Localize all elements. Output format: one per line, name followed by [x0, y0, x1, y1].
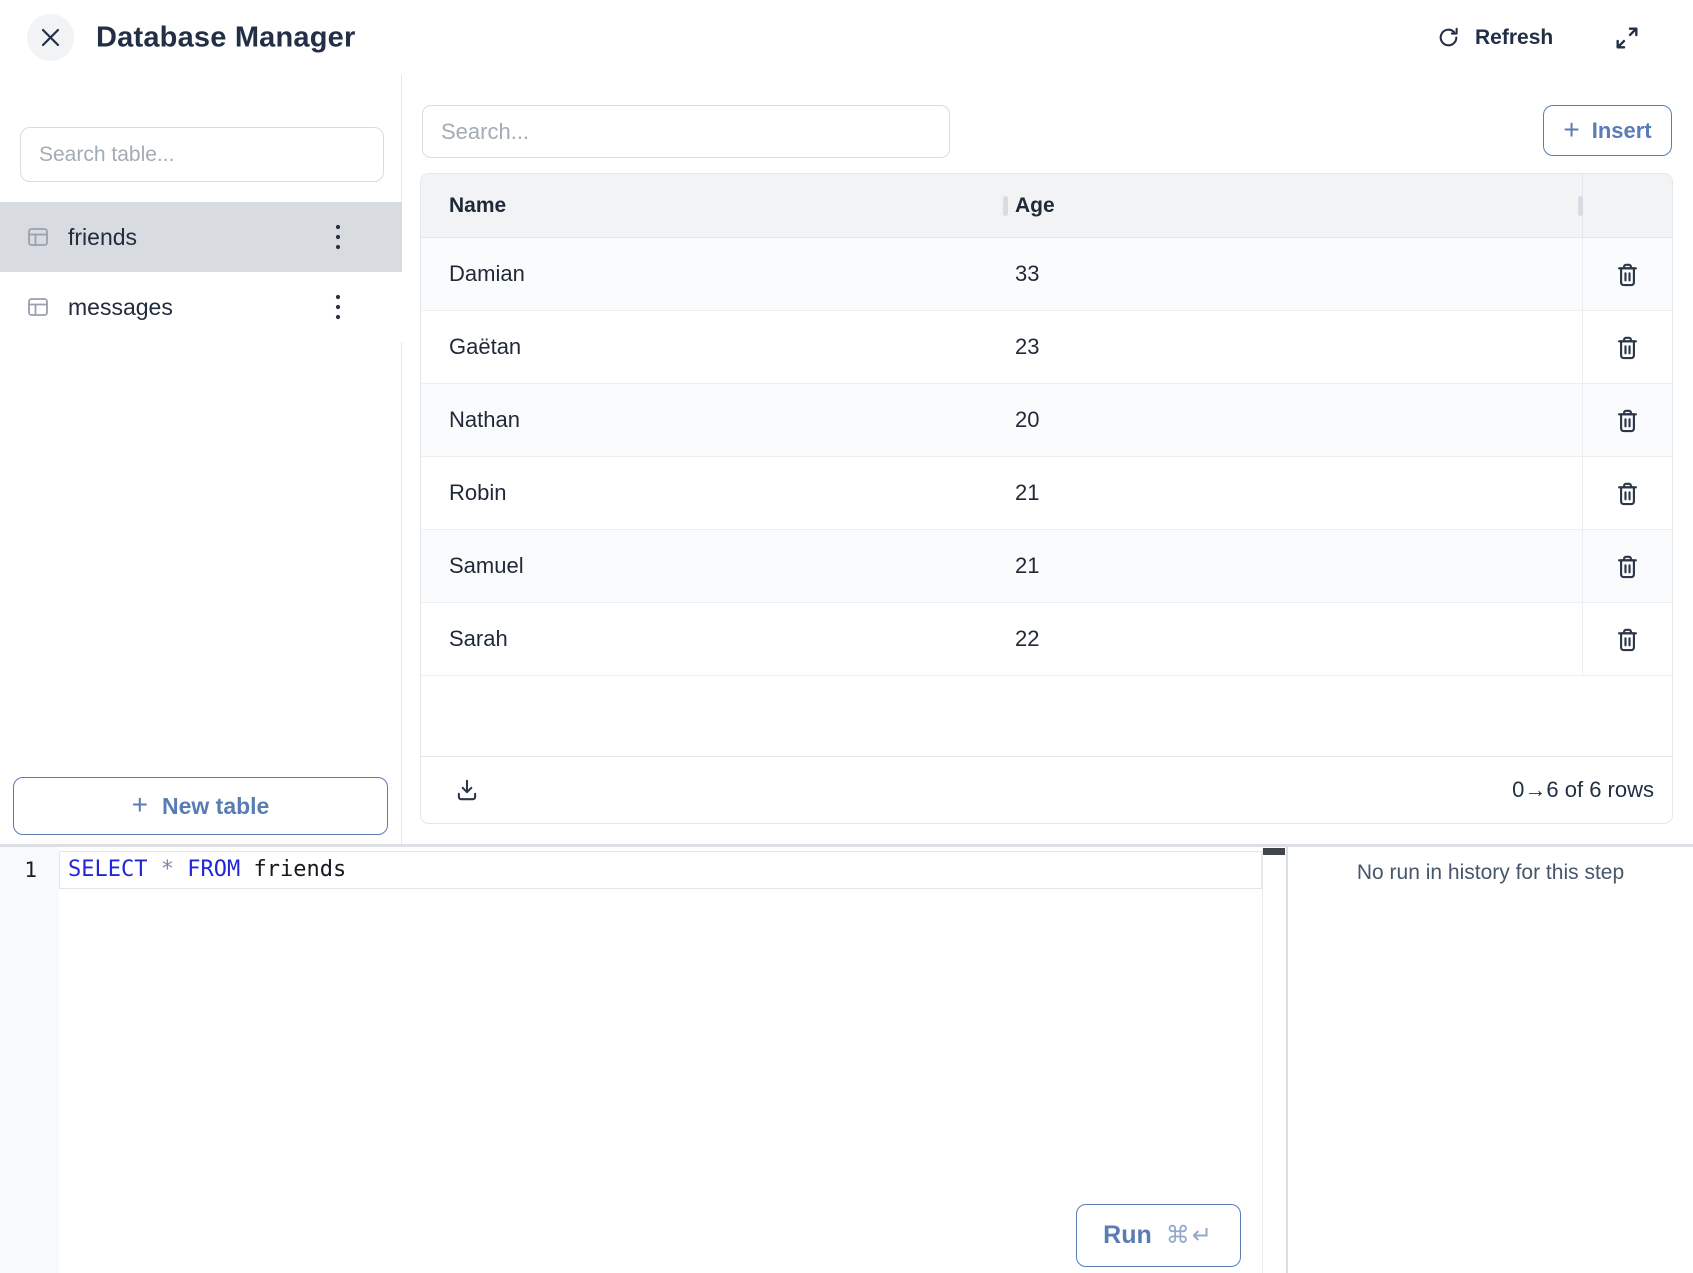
- table-name: messages: [68, 294, 173, 321]
- sql-star: *: [161, 857, 174, 882]
- run-query-button[interactable]: Run ⌘↵: [1076, 1204, 1241, 1267]
- table-icon: [26, 295, 50, 319]
- column-resize-handle[interactable]: [1003, 196, 1008, 216]
- trash-icon: [1614, 261, 1641, 288]
- editor-gutter: 1: [0, 847, 59, 1273]
- cell-name[interactable]: Samuel: [421, 553, 1015, 579]
- cell-age[interactable]: 21: [1015, 480, 1582, 506]
- sidebar-table-item[interactable]: friends: [0, 202, 402, 272]
- insert-label: Insert: [1592, 118, 1652, 144]
- table-list: friends: [0, 202, 402, 342]
- new-table-label: New table: [162, 793, 269, 820]
- trash-icon: [1614, 626, 1641, 653]
- cell-name[interactable]: Sarah: [421, 626, 1015, 652]
- delete-row-button[interactable]: [1606, 398, 1650, 442]
- editor-scrollbar-thumb[interactable]: [1263, 848, 1285, 855]
- table-row: Samuel 21: [421, 530, 1672, 603]
- rows-search-input[interactable]: [422, 105, 950, 158]
- keyboard-shortcut: ⌘↵: [1166, 1221, 1214, 1250]
- cell-actions: [1582, 238, 1672, 310]
- refresh-button[interactable]: Refresh: [1436, 0, 1553, 75]
- column-header-name[interactable]: Name: [421, 194, 1015, 218]
- sql-editor[interactable]: 1 SELECT * FROM friends Run ⌘↵: [0, 847, 1286, 1273]
- table-body: Damian 33: [421, 238, 1672, 676]
- page-title: Database Manager: [96, 21, 355, 54]
- table-footer: 0→6 of 6 rows: [421, 756, 1672, 823]
- table-row: Robin 21: [421, 457, 1672, 530]
- sql-keyword: FROM: [187, 857, 240, 882]
- run-history-panel: No run in history for this step: [1288, 847, 1693, 1273]
- new-table-button[interactable]: + New table: [13, 777, 388, 835]
- insert-row-button[interactable]: + Insert: [1543, 105, 1672, 156]
- cell-actions: [1582, 311, 1672, 383]
- top-bar: Database Manager Refresh: [0, 0, 1693, 75]
- cell-name[interactable]: Gaëtan: [421, 334, 1015, 360]
- download-button[interactable]: [447, 770, 487, 810]
- delete-row-button[interactable]: [1606, 617, 1650, 661]
- kebab-icon: [334, 222, 342, 252]
- close-icon: [40, 27, 61, 48]
- cell-actions: [1582, 457, 1672, 529]
- table-row: Gaëtan 23: [421, 311, 1672, 384]
- table-row: Damian 33: [421, 238, 1672, 311]
- kebab-icon: [334, 292, 342, 322]
- close-button[interactable]: [27, 14, 74, 61]
- empty-history-message: No run in history for this step: [1288, 861, 1693, 885]
- trash-icon: [1614, 407, 1641, 434]
- table-header-row: Name Age: [421, 174, 1672, 238]
- editor-scrollbar-track[interactable]: [1262, 847, 1286, 1273]
- cell-actions: [1582, 384, 1672, 456]
- cell-actions: [1582, 603, 1672, 675]
- trash-icon: [1614, 480, 1641, 507]
- delete-row-button[interactable]: [1606, 471, 1650, 515]
- table-row: Nathan 20: [421, 384, 1672, 457]
- line-number: 1: [0, 852, 37, 888]
- delete-row-button[interactable]: [1606, 325, 1650, 369]
- sidebar-table-item[interactable]: messages: [0, 272, 402, 342]
- column-header-age[interactable]: Age: [1015, 194, 1582, 218]
- table-name: friends: [68, 224, 137, 251]
- delete-row-button[interactable]: [1606, 544, 1650, 588]
- fullscreen-icon: [1613, 24, 1641, 52]
- refresh-label: Refresh: [1475, 26, 1553, 50]
- trash-icon: [1614, 553, 1641, 580]
- column-header-actions: [1582, 174, 1672, 237]
- fullscreen-button[interactable]: [1608, 22, 1646, 54]
- sql-keyword: SELECT: [68, 857, 147, 882]
- cell-age[interactable]: 33: [1015, 261, 1582, 287]
- sidebar: friends: [0, 75, 402, 844]
- download-icon: [454, 777, 480, 803]
- cell-age[interactable]: 23: [1015, 334, 1582, 360]
- database-manager-window: Database Manager Refresh: [0, 0, 1693, 1273]
- trash-icon: [1614, 334, 1641, 361]
- results-table: Name Age Damian 33: [420, 173, 1673, 824]
- table-menu-button[interactable]: [320, 217, 356, 257]
- table-search-input[interactable]: [20, 127, 384, 182]
- plus-icon: +: [1563, 116, 1579, 144]
- sql-identifier: friends: [253, 857, 346, 882]
- refresh-icon: [1436, 25, 1461, 50]
- cell-age[interactable]: 21: [1015, 553, 1582, 579]
- rows-count-info: 0→6 of 6 rows: [1512, 777, 1654, 803]
- sql-code-line[interactable]: SELECT * FROM friends: [59, 851, 1262, 889]
- delete-row-button[interactable]: [1606, 252, 1650, 296]
- cell-name[interactable]: Robin: [421, 480, 1015, 506]
- column-resize-handle[interactable]: [1578, 196, 1583, 216]
- table-row: Sarah 22: [421, 603, 1672, 676]
- table-menu-button[interactable]: [320, 287, 356, 327]
- plus-icon: +: [132, 791, 148, 819]
- cell-actions: [1582, 530, 1672, 602]
- run-label: Run: [1103, 1221, 1152, 1250]
- cell-name[interactable]: Nathan: [421, 407, 1015, 433]
- table-icon: [26, 225, 50, 249]
- cell-name[interactable]: Damian: [421, 261, 1015, 287]
- cell-age[interactable]: 22: [1015, 626, 1582, 652]
- cell-age[interactable]: 20: [1015, 407, 1582, 433]
